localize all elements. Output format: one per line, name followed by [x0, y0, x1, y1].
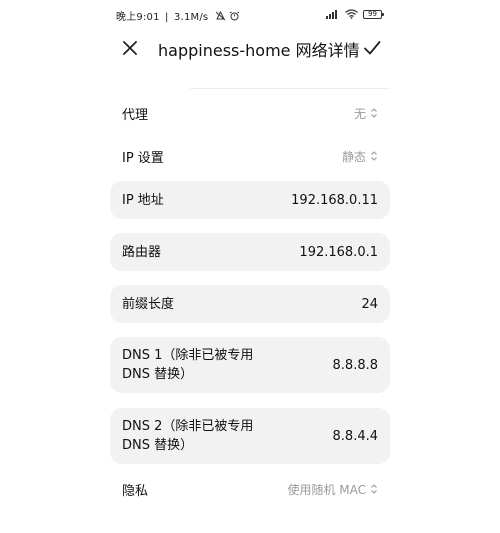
alarm-icon [229, 10, 240, 20]
dns2-label-line1: DNS 2（除非已被专用 [122, 419, 254, 434]
dns2-field[interactable]: DNS 2（除非已被专用 DNS 替换） 8.8.4.4 [110, 408, 390, 464]
close-button[interactable] [118, 36, 142, 60]
up-down-arrow-icon [371, 151, 377, 161]
router-label: 路由器 [122, 244, 162, 260]
up-down-arrow-icon [371, 108, 377, 118]
status-time: 晚上9:01 [116, 12, 160, 23]
dns1-label: DNS 1（除非已被专用 DNS 替换） [122, 346, 253, 384]
prefix-length-value[interactable]: 24 [361, 297, 378, 312]
dns2-label: DNS 2（除非已被专用 DNS 替换） [122, 417, 253, 455]
ip-setting-select[interactable]: 静态 [342, 148, 378, 165]
ip-setting-label: IP 设置 [122, 150, 164, 166]
router-field[interactable]: 路由器 192.168.0.1 [110, 233, 390, 271]
title-bar: happiness-home 网络详情 [0, 28, 500, 68]
checkmark-icon [364, 41, 381, 55]
signal-icon [326, 9, 337, 19]
do-not-disturb-icon [215, 10, 226, 20]
dns1-label-line2: DNS 替换） [122, 367, 194, 382]
proxy-row[interactable]: 代理 无 [110, 96, 390, 130]
wifi-icon [345, 9, 358, 19]
ip-setting-value: 静态 [341, 149, 366, 164]
proxy-label: 代理 [122, 107, 149, 123]
confirm-button[interactable] [360, 36, 384, 60]
ip-address-label: IP 地址 [122, 192, 164, 208]
status-right: 99 [326, 9, 384, 19]
privacy-value: 使用随机 MAC [287, 482, 366, 497]
close-icon [123, 41, 137, 55]
privacy-select[interactable]: 使用随机 MAC [287, 481, 378, 498]
proxy-value: 无 [353, 106, 366, 121]
status-notification-icons [215, 10, 240, 24]
ip-address-value[interactable]: 192.168.0.11 [291, 193, 378, 208]
privacy-row[interactable]: 隐私 使用随机 MAC [110, 472, 390, 506]
prefix-length-label: 前缀长度 [122, 296, 175, 312]
up-down-arrow-icon [371, 484, 377, 494]
page-title: happiness-home 网络详情 [158, 41, 360, 60]
dns1-label-line1: DNS 1（除非已被专用 [122, 348, 254, 363]
dns2-value[interactable]: 8.8.4.4 [333, 429, 378, 444]
dns1-field[interactable]: DNS 1（除非已被专用 DNS 替换） 8.8.8.8 [110, 337, 390, 393]
dns1-value[interactable]: 8.8.8.8 [333, 358, 378, 373]
privacy-label: 隐私 [122, 483, 149, 499]
divider [190, 88, 390, 89]
network-speed: 3.1M/s [174, 12, 209, 23]
proxy-select[interactable]: 无 [354, 105, 378, 122]
status-bar: 晚上9:01 | 3.1M/s 99 [0, 0, 500, 30]
ip-address-field[interactable]: IP 地址 192.168.0.11 [110, 181, 390, 219]
status-left: 晚上9:01 | 3.1M/s [116, 8, 240, 24]
battery-icon: 99 [363, 9, 384, 19]
prefix-length-field[interactable]: 前缀长度 24 [110, 285, 390, 323]
router-value[interactable]: 192.168.0.1 [299, 245, 378, 260]
ip-setting-row[interactable]: IP 设置 静态 [110, 139, 390, 173]
dns2-label-line2: DNS 替换） [122, 438, 194, 453]
status-separator: | [165, 12, 169, 23]
